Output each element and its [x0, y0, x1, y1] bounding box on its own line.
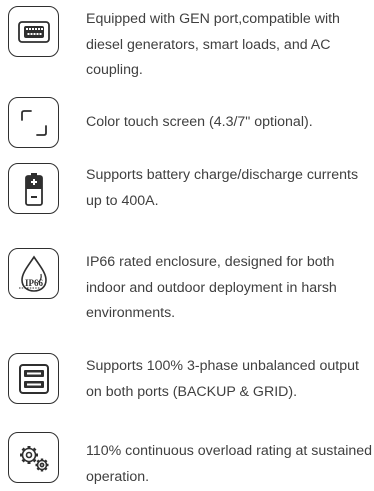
dual-port-output-icon: [8, 353, 59, 404]
ip66-enclosure-icon: IP66: [8, 248, 59, 299]
feature-text: Color touch screen (4.3/7" optional).: [86, 114, 313, 130]
feature-text: 110% continuous overload rating at susta…: [86, 443, 373, 485]
ip66-icon-label: IP66: [25, 278, 44, 288]
touch-screen-icon: [8, 97, 59, 148]
feature-text: Supports battery charge/discharge curren…: [86, 167, 359, 209]
gears-icon: [8, 432, 59, 483]
feature-text: Supports 100% 3-phase unbalanced output …: [86, 358, 359, 400]
feature-text: Equipped with GEN port,compatible with d…: [86, 11, 340, 78]
feature-text: IP66 rated enclosure, designed for both …: [86, 254, 337, 321]
battery-icon: [8, 163, 59, 214]
gen-port-icon: [8, 6, 59, 57]
